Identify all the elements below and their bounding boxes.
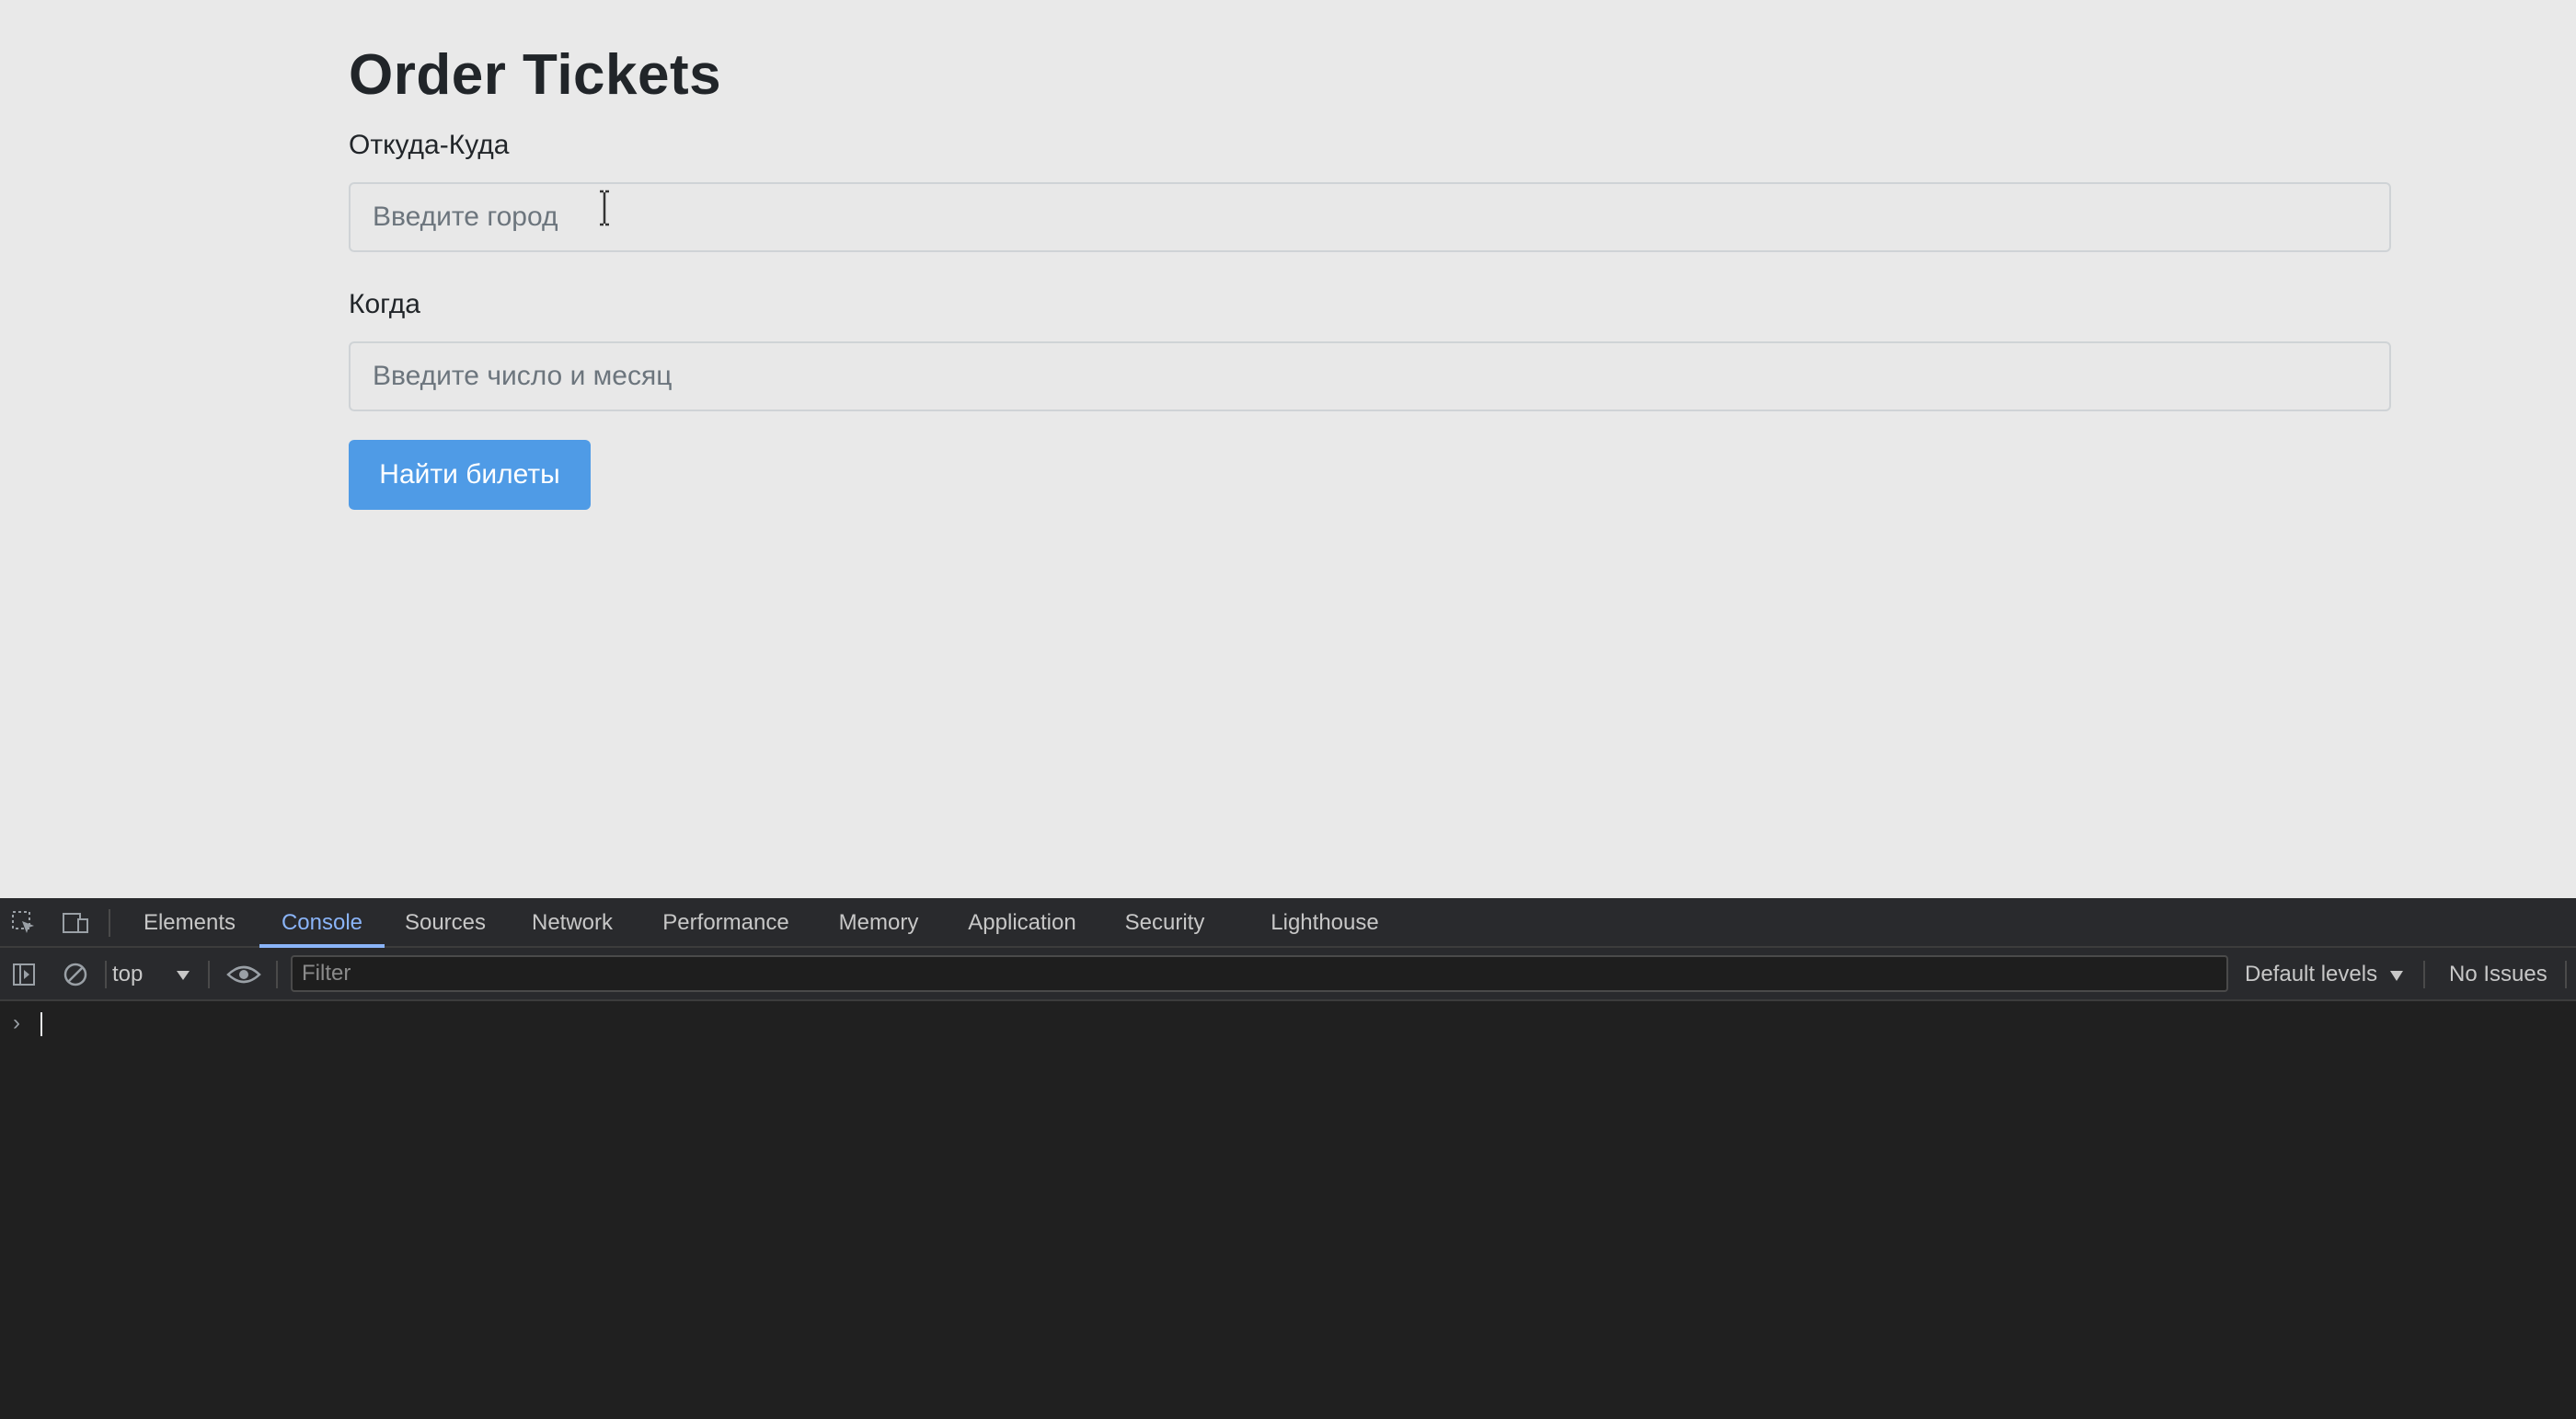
device-toggle-icon[interactable]: [61, 908, 90, 938]
live-expression-eye-icon[interactable]: [226, 960, 261, 989]
tab-performance[interactable]: Performance: [655, 898, 797, 948]
console-output[interactable]: ›: [0, 1001, 2576, 1419]
toolbar-divider: [109, 909, 110, 937]
levels-dropdown-icon[interactable]: [2390, 971, 2403, 981]
from-to-input[interactable]: [349, 182, 2391, 252]
devtools-tabbar: Elements Console Sources Network Perform…: [0, 898, 2576, 948]
tab-sources[interactable]: Sources: [399, 898, 491, 948]
tab-application[interactable]: Application: [960, 898, 1084, 948]
tab-network[interactable]: Network: [521, 898, 624, 948]
tab-security[interactable]: Security: [1117, 898, 1213, 948]
issues-counter[interactable]: No Issues: [2449, 948, 2547, 1001]
context-dropdown-icon[interactable]: [177, 971, 190, 980]
toolbar-divider: [105, 961, 107, 988]
text-cursor-icon: [600, 190, 609, 226]
when-input[interactable]: [349, 341, 2391, 411]
toolbar-divider: [208, 961, 210, 988]
context-selector[interactable]: top: [112, 948, 143, 1001]
from-to-label: Откуда-Куда: [349, 130, 510, 160]
find-tickets-button[interactable]: Найти билеты: [349, 440, 591, 510]
tab-lighthouse[interactable]: Lighthouse: [1262, 898, 1387, 948]
sidebar-toggle-icon[interactable]: [9, 960, 39, 989]
when-label: Когда: [349, 289, 420, 319]
devtools-panel: Elements Console Sources Network Perform…: [0, 898, 2576, 1419]
page-title: Order Tickets: [349, 43, 722, 107]
page-viewport: Order Tickets Откуда-Куда Когда Найти би…: [0, 0, 2576, 898]
toolbar-divider: [2423, 961, 2425, 988]
console-toolbar: top Default levels No Issues: [0, 948, 2576, 1001]
inspect-element-icon[interactable]: [9, 908, 39, 938]
console-input-caret: [40, 1012, 42, 1036]
toolbar-divider: [2565, 961, 2567, 988]
clear-console-icon[interactable]: [61, 960, 90, 989]
tab-console[interactable]: Console: [259, 898, 385, 948]
console-prompt-chevron: ›: [13, 1010, 20, 1035]
tab-elements[interactable]: Elements: [138, 898, 241, 948]
log-levels-dropdown[interactable]: Default levels: [2245, 948, 2377, 1001]
console-filter-input[interactable]: [291, 955, 2228, 992]
toolbar-divider: [276, 961, 278, 988]
tab-memory[interactable]: Memory: [830, 898, 927, 948]
